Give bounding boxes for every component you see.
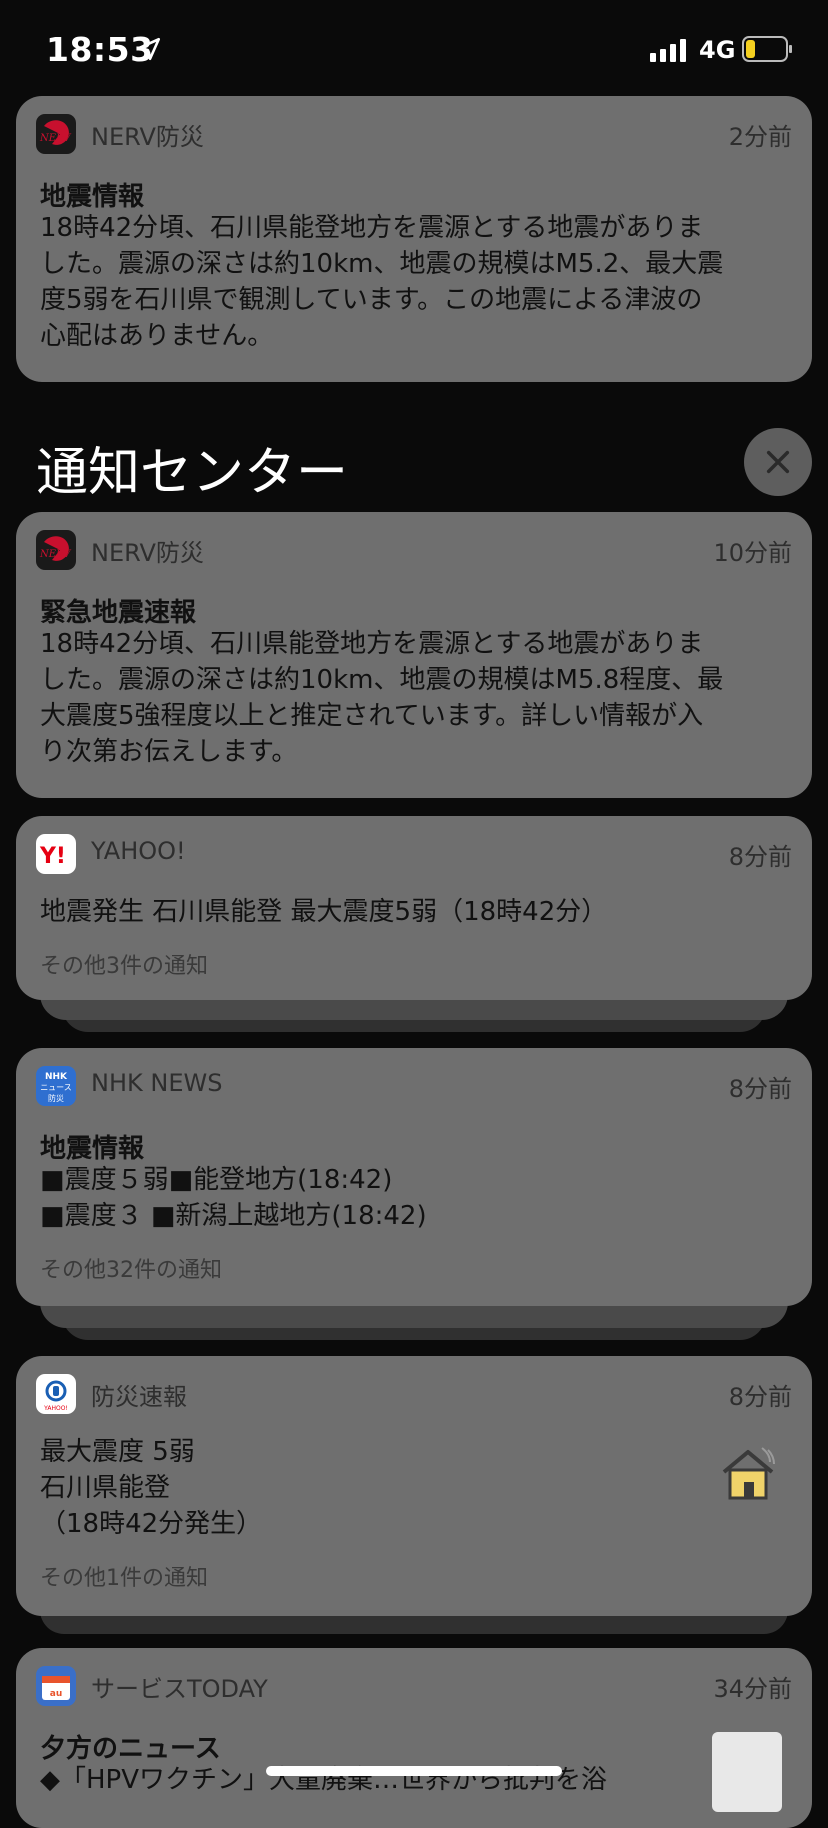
battery-low-icon (742, 36, 792, 62)
home-indicator[interactable] (266, 1766, 562, 1776)
app-name: サービスTODAY (91, 1675, 268, 1703)
house-shaking-icon (722, 1447, 775, 1500)
more-notifications-count: その他1件の通知 (40, 1566, 208, 1591)
notification-time: 2分前 (728, 123, 792, 151)
svg-text:防災: 防災 (48, 1093, 64, 1103)
body-line: 18時42分頃、石川県能登地方を震源とする地震がありま (40, 213, 704, 243)
notification-body: 地震発生 石川県能登 最大震度5弱（18時42分） (40, 894, 607, 930)
svg-text:Y!: Y! (39, 844, 66, 869)
body-line: ■震度５弱■能登地方(18:42) (40, 1165, 393, 1195)
notification-body: 18時42分頃、石川県能登地方を震源とする地震がありま した。震源の深さは約10… (40, 210, 723, 354)
body-line: （18時42分発生） (40, 1509, 263, 1539)
svg-text:ニュース: ニュース (40, 1083, 72, 1092)
app-name: 防災速報 (91, 1383, 187, 1411)
cellular-signal-icon (650, 39, 686, 62)
notification-card-nhk[interactable]: NHK ニュース 防災 NHK NEWS 8分前 地震情報 ■震度５弱■能登地方… (16, 1048, 812, 1306)
app-name: YAHOO! (91, 837, 186, 865)
notification-time: 8分前 (728, 1383, 792, 1411)
body-line: した。震源の深さは約10km、地震の規模はM5.8程度、最 (40, 665, 724, 695)
body-line: 石川県能登 (40, 1473, 171, 1503)
more-notifications-count: その他3件の通知 (40, 954, 208, 979)
notification-body: 18時42分頃、石川県能登地方を震源とする地震がありま した。震源の深さは約10… (40, 626, 723, 770)
nhk-news-icon: NHK ニュース 防災 (36, 1066, 76, 1106)
notification-time: 8分前 (728, 843, 792, 871)
notification-title: 夕方のニュース (40, 1734, 221, 1764)
notification-time: 8分前 (728, 1075, 792, 1103)
notification-card-nerv[interactable]: NERV NERV防災 10分前 緊急地震速報 18時42分頃、石川県能登地方を… (16, 512, 812, 798)
app-name: NERV防災 (91, 123, 204, 151)
bousai-sokuhou-icon: YAHOO! (36, 1374, 76, 1414)
notification-time: 10分前 (713, 539, 792, 567)
notification-title: 地震情報 (40, 1134, 145, 1164)
notification-center-title: 通知センター (36, 443, 349, 503)
notification-card-nerv-pinned[interactable]: NERV NERV防災 2分前 地震情報 18時42分頃、石川県能登地方を震源と… (16, 96, 812, 382)
service-today-icon: au (36, 1666, 76, 1706)
notification-body: 最大震度 5弱 石川県能登 （18時42分発生） (40, 1434, 262, 1542)
location-arrow-icon (137, 37, 161, 61)
more-notifications-count: その他32件の通知 (40, 1258, 222, 1283)
body-line: 心配はありません。 (40, 321, 274, 351)
yahoo-logo-icon: Y! (36, 834, 76, 874)
body-line: ■震度３ ■新潟上越地方(18:42) (40, 1201, 427, 1231)
body-line: した。震源の深さは約10km、地震の規模はM5.2、最大震 (40, 249, 724, 279)
body-line: 大震度5強程度以上と推定されています。詳しい情報が入 (40, 701, 704, 731)
app-name: NHK NEWS (91, 1069, 223, 1097)
notification-card-service-today[interactable]: au サービスTODAY 34分前 夕方のニュース ◆「HPVワクチン」大量廃棄… (16, 1648, 812, 1828)
notification-time: 34分前 (713, 1675, 792, 1703)
body-line: り次第お伝えします。 (40, 737, 298, 767)
svg-text:YAHOO!: YAHOO! (43, 1405, 68, 1412)
nerv-logo-icon: NERV (36, 530, 76, 570)
body-line: 18時42分頃、石川県能登地方を震源とする地震がありま (40, 629, 704, 659)
notification-title: 地震情報 (40, 182, 145, 212)
body-line: 度5弱を石川県で観測しています。この地震による津波の (40, 285, 703, 315)
notification-card-yahoo[interactable]: Y! YAHOO! 8分前 地震発生 石川県能登 最大震度5弱（18時42分） … (16, 816, 812, 1000)
svg-text:NERV: NERV (39, 133, 72, 144)
nerv-logo-icon: NERV (36, 114, 76, 154)
status-bar: 18:53 4G (0, 0, 828, 90)
clear-notifications-button[interactable] (744, 428, 812, 496)
notification-title: 緊急地震速報 (40, 598, 197, 628)
body-line: 最大震度 5弱 (40, 1437, 195, 1467)
svg-text:au: au (50, 1689, 62, 1699)
network-type: 4G (699, 36, 736, 64)
news-thumbnail (712, 1732, 782, 1812)
svg-text:NHK: NHK (45, 1072, 68, 1082)
close-icon (766, 450, 790, 474)
notification-body: ■震度５弱■能登地方(18:42) ■震度３ ■新潟上越地方(18:42) (40, 1162, 427, 1234)
app-name: NERV防災 (91, 539, 204, 567)
svg-text:NERV: NERV (39, 549, 72, 560)
notification-card-bousai[interactable]: YAHOO! 防災速報 8分前 最大震度 5弱 石川県能登 （18時42分発生）… (16, 1356, 812, 1616)
body-line: 地震発生 石川県能登 最大震度5弱（18時42分） (40, 897, 608, 927)
